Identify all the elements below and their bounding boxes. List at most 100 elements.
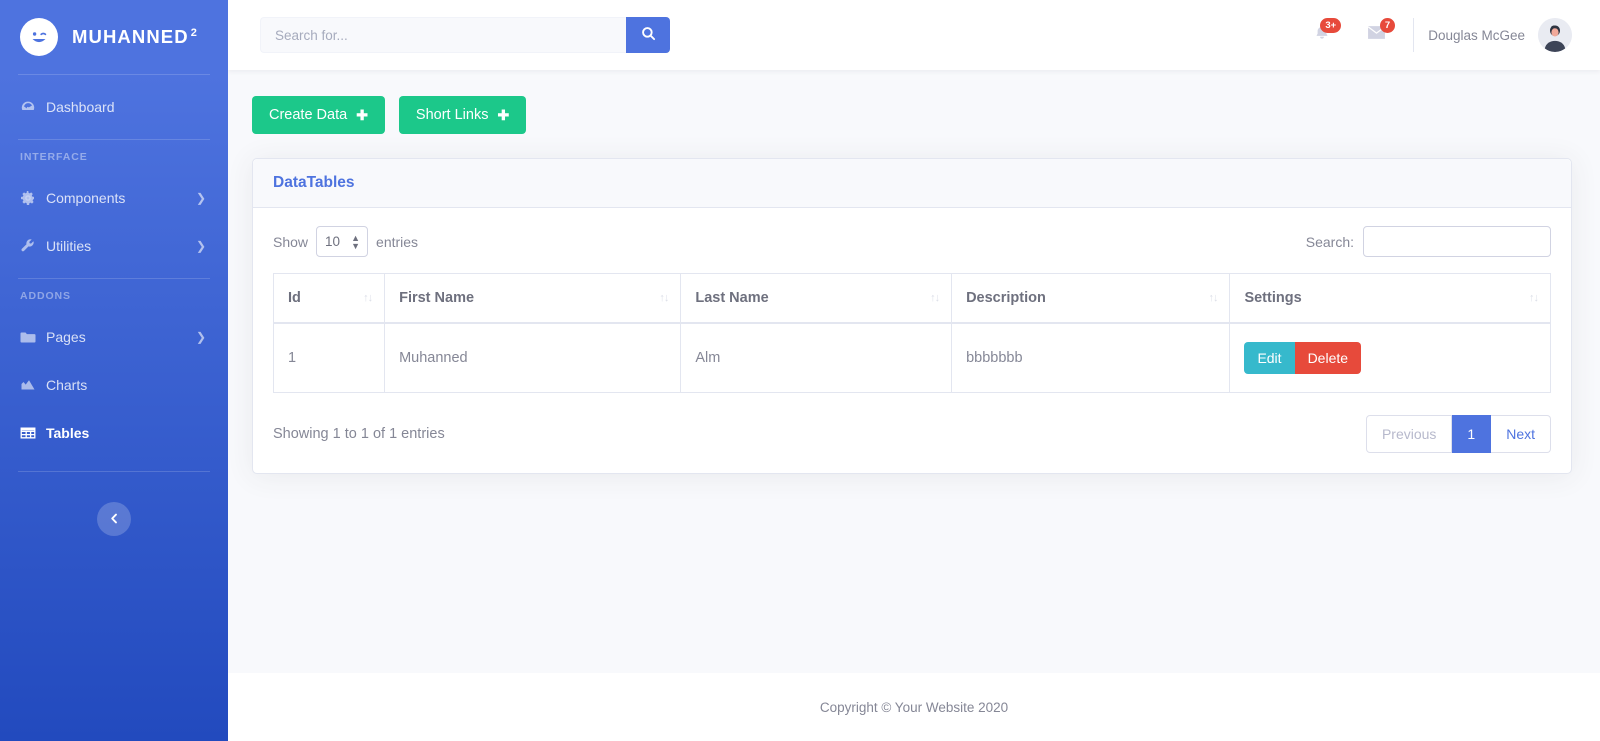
sidebar-item-components[interactable]: Components ❯ [0, 174, 228, 222]
column-label: Description [966, 290, 1046, 306]
card-body: Show 10 ▲ ▼ entries Search: Id ↑↓ First … [253, 208, 1571, 473]
sidebar-collapse-button[interactable] [97, 502, 131, 536]
table-icon [20, 425, 42, 441]
entries-select[interactable]: 10 [316, 226, 369, 257]
alerts-button[interactable]: 3+ [1295, 13, 1349, 57]
sidebar-item-utilities[interactable]: Utilities ❯ [0, 222, 228, 270]
copyright-text: Copyright © Your Website 2020 [819, 699, 1009, 715]
sidebar-item-label: Tables [46, 425, 90, 441]
sidebar-divider-4 [18, 471, 210, 472]
chevron-right-icon: ❯ [195, 330, 206, 344]
table-search-input[interactable] [1363, 226, 1551, 257]
chevron-right-icon: ❯ [195, 239, 206, 253]
entries-select-wrap: 10 ▲ ▼ [316, 226, 369, 257]
brand[interactable]: MUHANNED 2 [0, 0, 228, 74]
search-button[interactable] [626, 17, 670, 53]
pagination-previous[interactable]: Previous [1365, 415, 1453, 453]
column-label: First Name [399, 290, 475, 306]
brand-sup: 2 [190, 26, 198, 39]
short-links-button[interactable]: Short Links ✚ [398, 96, 527, 134]
data-table: Id ↑↓ First Name ↑↓ Last Name ↑↓ Descrip… [272, 273, 1551, 393]
entries-label: entries [376, 233, 419, 250]
table-head: Id ↑↓ First Name ↑↓ Last Name ↑↓ Descrip… [272, 273, 1551, 324]
column-label: Last Name [695, 290, 769, 306]
footer: Copyright © Your Website 2020 [228, 673, 1600, 741]
sidebar-item-dashboard[interactable]: Dashboard [0, 83, 228, 131]
column-label: Settings [1244, 290, 1302, 306]
sidebar-heading-addons: ADDONS [20, 290, 71, 302]
table-header-row: Id ↑↓ First Name ↑↓ Last Name ↑↓ Descrip… [272, 273, 1551, 324]
create-data-label: Create Data [269, 107, 348, 123]
column-header-description[interactable]: Description ↑↓ [951, 273, 1230, 324]
brand-name-text: MUHANNED [72, 26, 189, 47]
short-links-label: Short Links [415, 107, 489, 123]
pagination: Previous 1 Next [1365, 415, 1551, 453]
pagination-next[interactable]: Next [1491, 415, 1551, 453]
sort-icon: ↑↓ [930, 292, 940, 304]
chevron-right-icon: ❯ [195, 191, 206, 205]
delete-button[interactable]: Delete [1294, 342, 1362, 374]
column-header-first-name[interactable]: First Name ↑↓ [384, 273, 681, 324]
chevron-left-icon [109, 512, 120, 527]
topbar-separator [1413, 18, 1415, 52]
content-area: Create Data ✚ Short Links ✚ DataTables S… [228, 70, 1600, 673]
cell-description: bbbbbbb [951, 323, 1230, 393]
sort-icon: ↑↓ [363, 292, 373, 304]
search-label: Search: [1305, 233, 1354, 250]
card-title: DataTables [273, 174, 355, 191]
chart-area-icon [20, 377, 42, 393]
sidebar-item-label: Dashboard [46, 99, 115, 115]
datatable-controls: Show 10 ▲ ▼ entries Search: [273, 226, 1551, 257]
sidebar-item-charts[interactable]: Charts [0, 361, 228, 409]
search-input[interactable] [260, 17, 626, 53]
pagination-page-1[interactable]: 1 [1452, 415, 1492, 453]
messages-button[interactable]: 7 [1349, 13, 1403, 57]
topbar-right: 3+ 7 Douglas McGee [1295, 13, 1572, 57]
table-row: 1 Muhanned Alm bbbbbbb Edit Delete [272, 323, 1551, 393]
topbar: 3+ 7 Douglas McGee [228, 0, 1600, 70]
sidebar-item-label: Pages [46, 329, 86, 345]
sidebar-item-label: Charts [46, 377, 88, 393]
user-name: Douglas McGee [1428, 27, 1525, 43]
cell-first-name: Muhanned [384, 323, 681, 393]
table-body: 1 Muhanned Alm bbbbbbb Edit Delete [272, 323, 1551, 393]
column-header-last-name[interactable]: Last Name ↑↓ [680, 273, 952, 324]
search-icon [641, 26, 656, 44]
row-actions: Edit Delete [1244, 342, 1536, 374]
sort-icon: ↑↓ [659, 292, 669, 304]
sidebar-item-tables[interactable]: Tables [0, 409, 228, 457]
sort-icon: ↑↓ [1208, 292, 1218, 304]
avatar [1538, 18, 1572, 52]
column-header-id[interactable]: Id ↑↓ [272, 273, 385, 324]
topbar-search [260, 17, 670, 53]
sidebar-item-pages[interactable]: Pages ❯ [0, 313, 228, 361]
cell-last-name: Alm [680, 323, 952, 393]
laugh-wink-icon [20, 18, 58, 56]
gear-icon [20, 190, 42, 206]
user-menu[interactable]: Douglas McGee [1428, 18, 1572, 52]
sidebar-heading-interface: INTERFACE [20, 151, 88, 163]
wrench-icon [20, 238, 42, 254]
datatable-footer: Showing 1 to 1 of 1 entries Previous 1 N… [273, 415, 1551, 453]
messages-badge: 7 [1379, 18, 1396, 33]
table-filter: Search: [1306, 226, 1551, 257]
show-label: Show [273, 233, 309, 250]
sidebar: MUHANNED 2 Dashboard INTERFACE Components [0, 0, 228, 741]
card-header: DataTables [253, 159, 1571, 208]
cell-id: 1 [272, 323, 385, 393]
sort-icon: ↑↓ [1529, 292, 1539, 304]
plus-icon: ✚ [356, 106, 368, 123]
edit-button[interactable]: Edit [1244, 342, 1295, 374]
column-label: Id [288, 290, 301, 306]
action-buttons: Create Data ✚ Short Links ✚ [252, 96, 1572, 134]
alerts-badge: 3+ [1320, 18, 1342, 33]
plus-icon: ✚ [497, 106, 510, 123]
datatables-card: DataTables Show 10 ▲ ▼ entries Search: I… [252, 158, 1572, 474]
main-area: 3+ 7 Douglas McGee [228, 0, 1600, 741]
create-data-button[interactable]: Create Data ✚ [252, 96, 385, 134]
cell-settings: Edit Delete [1229, 323, 1551, 393]
folder-icon [20, 329, 42, 345]
table-info: Showing 1 to 1 of 1 entries [273, 426, 445, 442]
sidebar-item-label: Utilities [46, 238, 92, 254]
column-header-settings[interactable]: Settings ↑↓ [1229, 273, 1551, 324]
